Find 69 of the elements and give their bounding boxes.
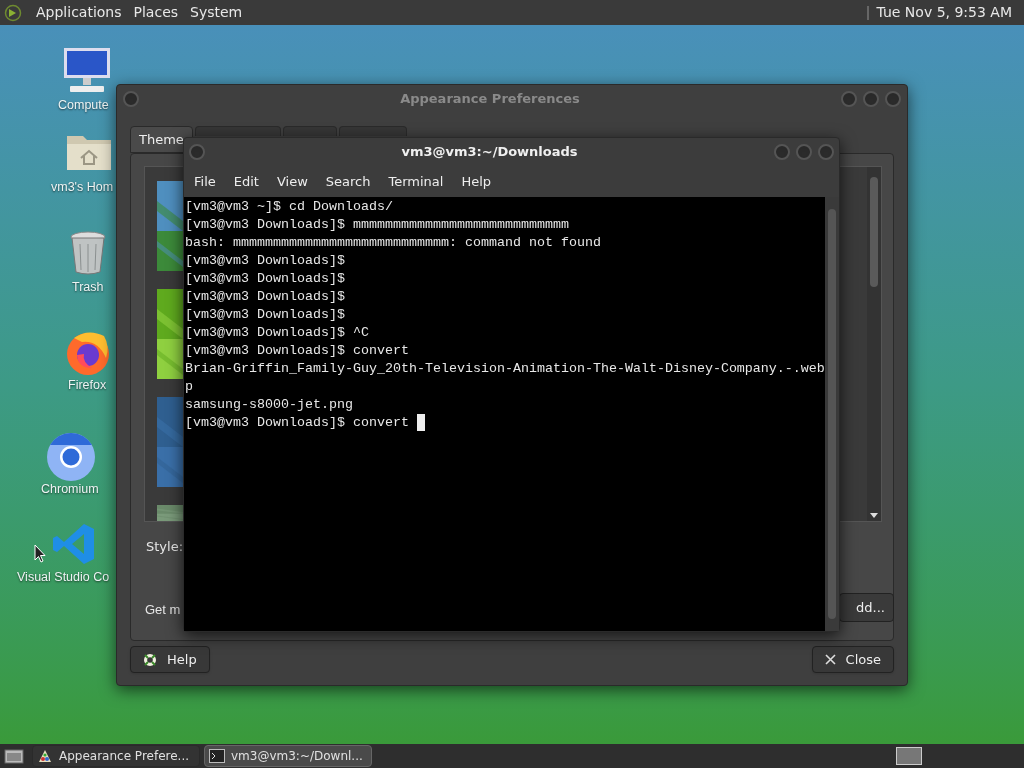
ribbon-logo-icon[interactable]: [52, 522, 96, 566]
window-menu-button[interactable]: [123, 91, 139, 107]
window-title: Appearance Preferences: [399, 90, 581, 109]
maximize-button[interactable]: [796, 144, 812, 160]
panel-menu[interactable]: Places: [127, 0, 185, 25]
tab[interactable]: [282, 126, 337, 136]
tab[interactable]: [338, 126, 407, 136]
workspace-switcher[interactable]: [896, 747, 922, 765]
terminal-line: bash: mmmmmmmmmmmmmmmmmmmmmmmmmmm: command not found: [185, 234, 601, 252]
style-label: Style:: [146, 538, 184, 556]
taskbar-button[interactable]: vm3@vm3:~/Downl...: [204, 745, 372, 767]
terminal-line: samsung-s8000-jet.png: [185, 396, 353, 414]
terminal-line: [vm3@vm3 Downloads]$ ^C: [185, 324, 369, 342]
help-button[interactable]: Help: [130, 646, 210, 673]
text-cursor: [416, 414, 425, 431]
logo-icon[interactable]: [4, 3, 22, 22]
get-more-label: Get m: [145, 601, 181, 619]
terminal-line: [vm3@vm3 Downloads]$: [185, 288, 345, 306]
ring-logo-icon[interactable]: [46, 432, 96, 482]
panel-menu[interactable]: System: [184, 0, 249, 25]
maximize-button[interactable]: [863, 91, 879, 107]
terminal-line: p: [185, 378, 193, 396]
tab[interactable]: Theme: [130, 126, 193, 153]
computer-icon[interactable]: [62, 46, 112, 94]
scrollbar-thumb[interactable]: [828, 209, 836, 619]
desktop-icon-label: Compute: [58, 97, 109, 114]
scrollbar[interactable]: [867, 167, 881, 521]
desktop-icon-label: Trash: [72, 279, 104, 296]
terminal-line: Brian-Griffin_Family-Guy_20th-Television-Animation-The-Walt-Disney-Company.-.web: [185, 360, 825, 378]
show-desktop-icon[interactable]: [4, 748, 24, 764]
scrollbar[interactable]: [825, 197, 839, 631]
terminal-output[interactable]: [184, 197, 826, 631]
terminal-line: [vm3@vm3 Downloads]$ mmmmmmmmmmmmmmmmmmmmmmmmmmm: [185, 216, 569, 234]
menu-item[interactable]: View: [268, 169, 316, 194]
window-title: vm3@vm3:~/Downloads: [400, 143, 579, 162]
panel-menu[interactable]: Applications: [30, 0, 128, 25]
terminal-line: [vm3@vm3 Downloads]$: [185, 270, 345, 288]
terminal-line: [vm3@vm3 Downloads]$ convert: [185, 342, 409, 360]
terminal-line: [vm3@vm3 ~]$ cd Downloads/: [185, 198, 393, 216]
desktop-icon-label: vm3's Hom: [51, 179, 114, 196]
lifebuoy-icon: [143, 652, 157, 667]
menu-item[interactable]: Help: [453, 169, 500, 194]
terminal-line: [vm3@vm3 Downloads]$: [185, 306, 345, 324]
taskbar-button[interactable]: Appearance Prefere...: [32, 745, 200, 767]
dropdown-arrow-icon: [870, 513, 878, 518]
desktop-icon-label: Firefox: [68, 377, 107, 394]
desktop-icon-label: Chromium: [41, 481, 99, 498]
desktop-icon-label: Visual Studio Co: [17, 569, 110, 586]
window-menu-button[interactable]: [189, 144, 205, 160]
menu-item[interactable]: Edit: [225, 169, 267, 194]
palette-icon: [37, 748, 53, 764]
trash-can-icon[interactable]: [68, 230, 108, 276]
clock[interactable]: Tue Nov 5, 9:53 AM: [876, 2, 1020, 23]
close-dialog-button[interactable]: Close: [811, 646, 894, 673]
close-button[interactable]: [885, 91, 901, 107]
terminal-line: [vm3@vm3 Downloads]$: [185, 252, 345, 270]
menu-item[interactable]: Search: [317, 169, 379, 194]
mouse-pointer-icon: [34, 544, 46, 563]
menu-item[interactable]: File: [186, 169, 224, 194]
close-button[interactable]: [818, 144, 834, 160]
add-button[interactable]: dd...: [839, 593, 894, 622]
close-icon: [824, 654, 836, 665]
menu-item[interactable]: Terminal: [380, 169, 452, 194]
tab[interactable]: [194, 126, 281, 136]
scrollbar-thumb[interactable]: [870, 177, 878, 287]
minimize-button[interactable]: [774, 144, 790, 160]
terminal-line: [vm3@vm3 Downloads]$ convert: [185, 414, 410, 432]
terminal-icon: [209, 749, 225, 763]
minimize-button[interactable]: [841, 91, 857, 107]
